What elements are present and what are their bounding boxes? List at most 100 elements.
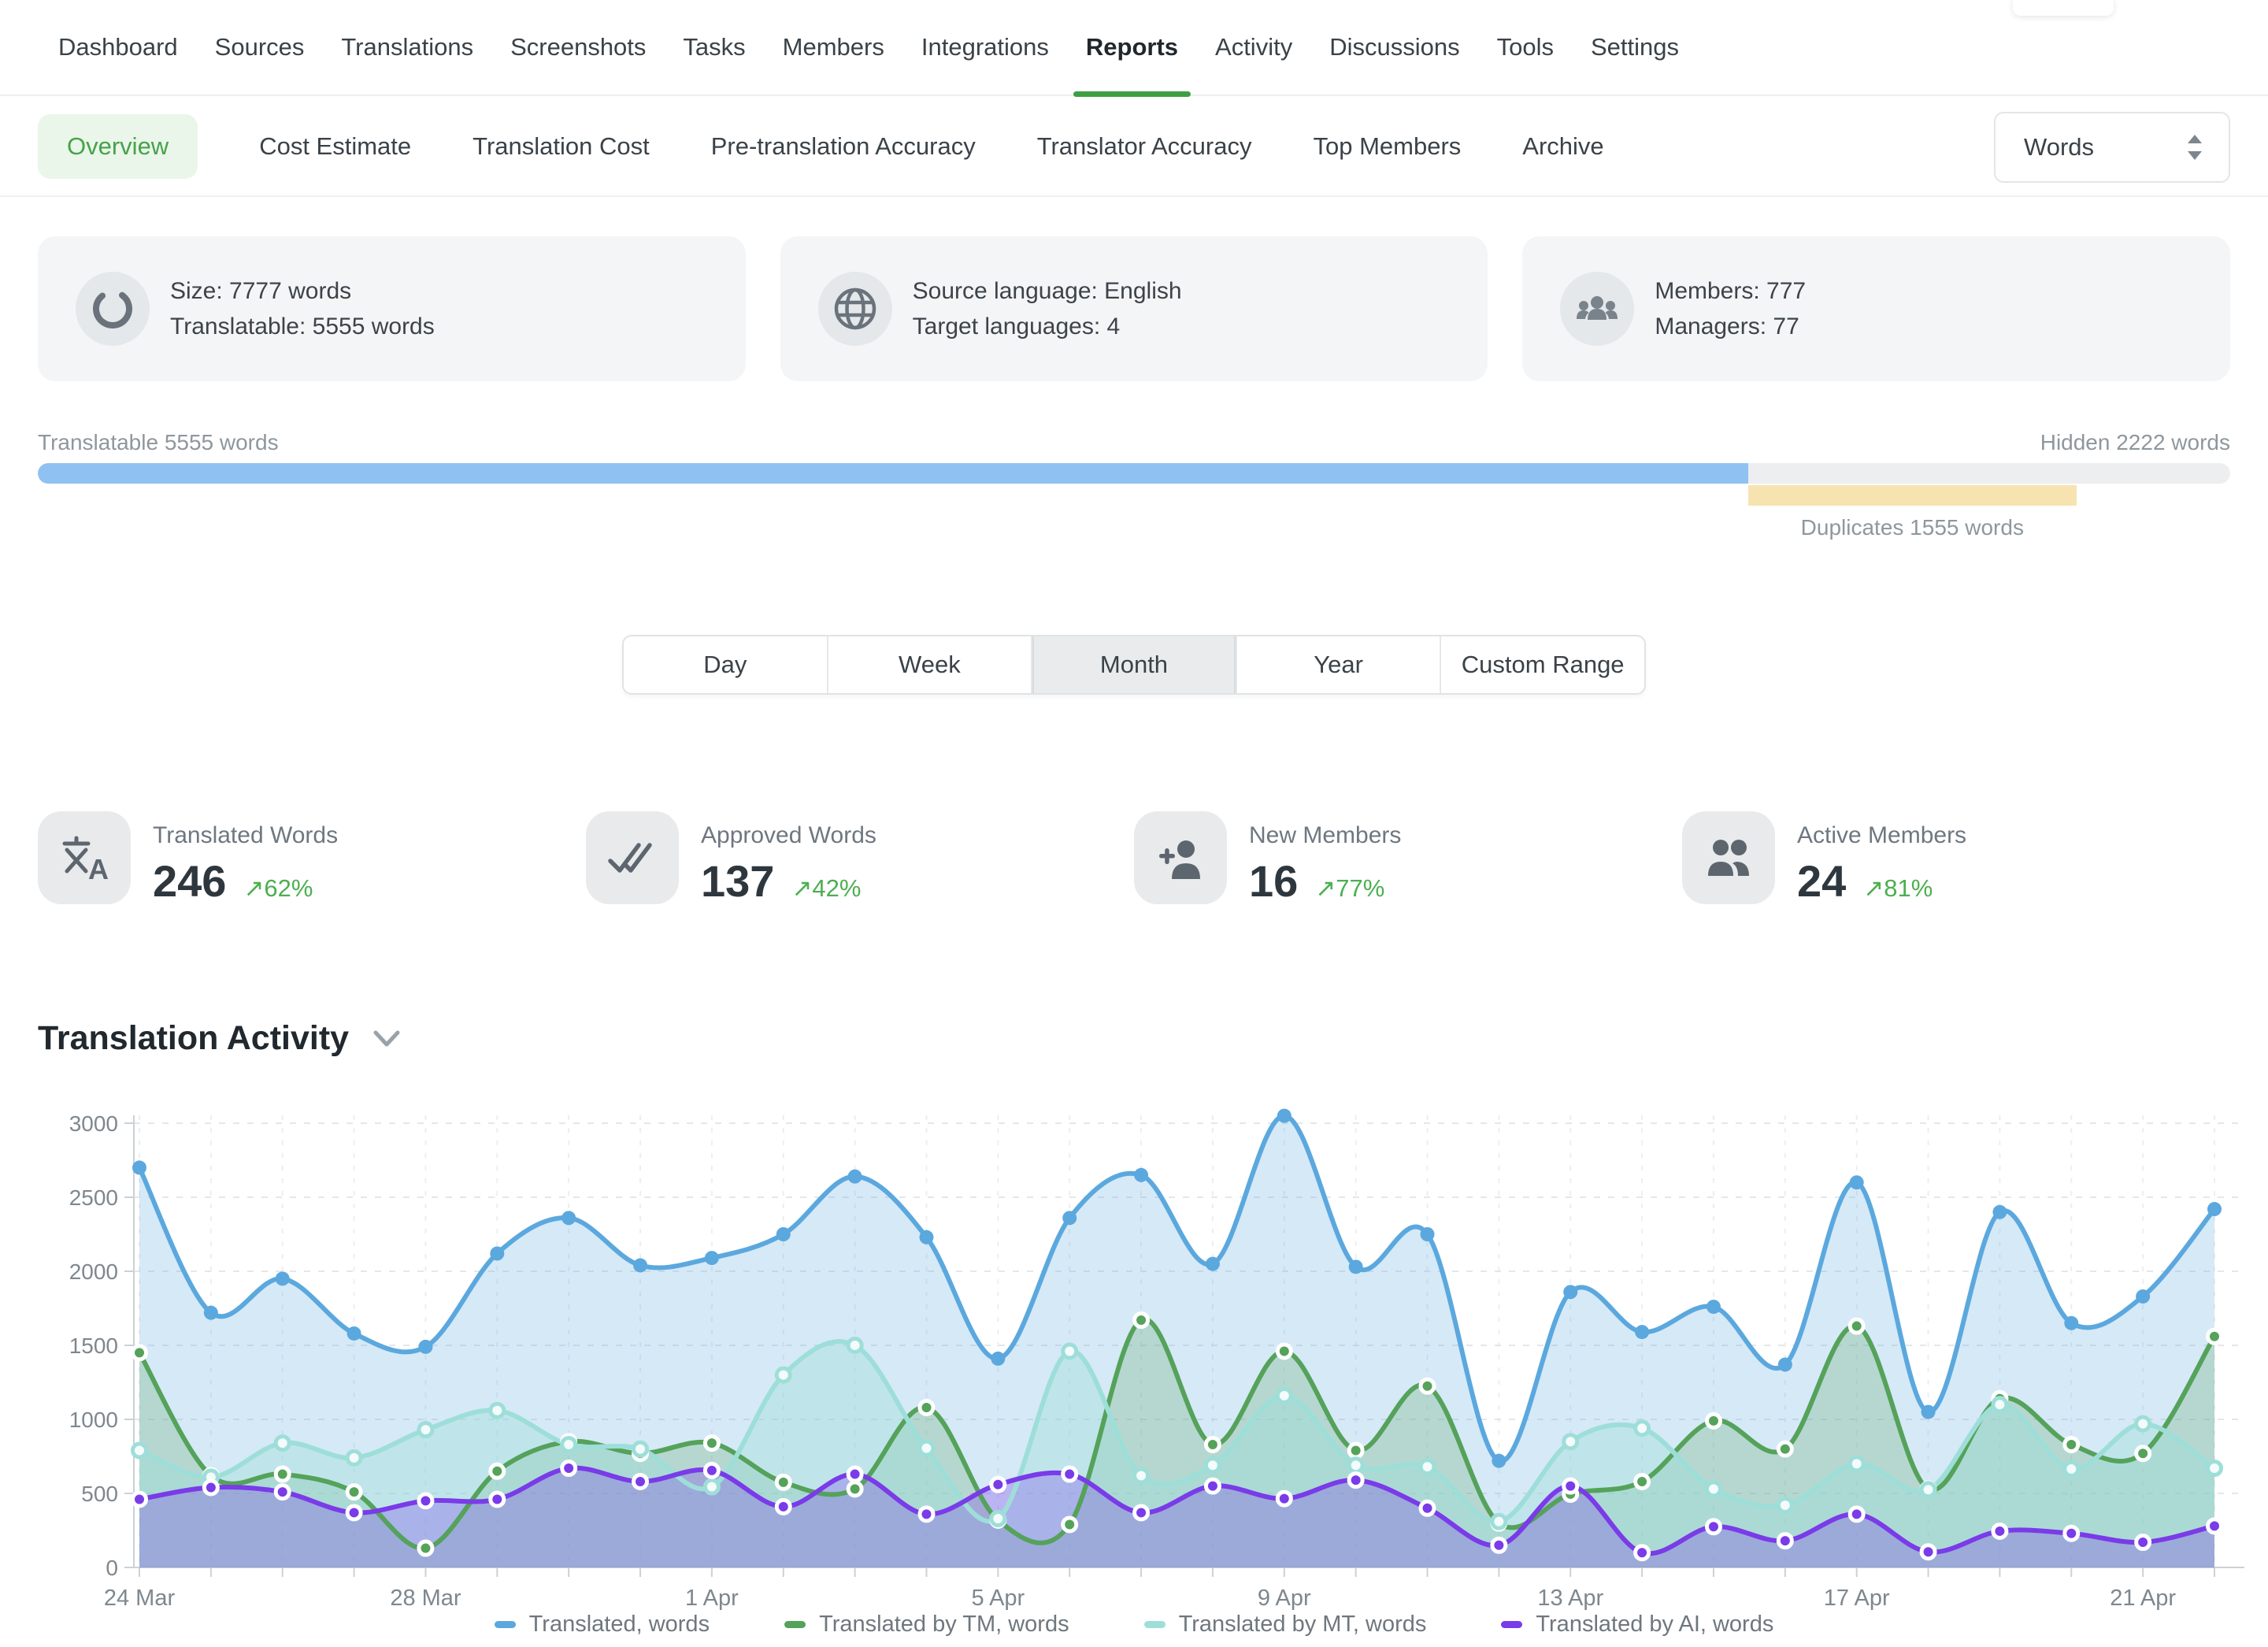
data-point[interactable] [133, 1493, 146, 1506]
data-point[interactable] [1850, 1175, 1864, 1189]
data-point[interactable] [1707, 1520, 1720, 1534]
data-point[interactable] [418, 1340, 432, 1354]
data-point[interactable] [1135, 1506, 1148, 1519]
nav-item-settings[interactable]: Settings [1591, 0, 1679, 95]
data-point[interactable] [848, 1339, 862, 1352]
data-point[interactable] [491, 1404, 504, 1417]
data-point[interactable] [1206, 1459, 1219, 1472]
data-point[interactable] [347, 1451, 361, 1464]
data-point[interactable] [2207, 1202, 2222, 1216]
data-point[interactable] [1992, 1205, 2007, 1219]
tab-archive[interactable]: Archive [1522, 132, 1603, 161]
data-point[interactable] [347, 1506, 361, 1519]
data-point[interactable] [920, 1508, 933, 1521]
data-point[interactable] [634, 1475, 647, 1488]
data-point[interactable] [1993, 1398, 2007, 1411]
data-point[interactable] [1778, 1357, 1792, 1371]
data-point[interactable] [347, 1326, 361, 1341]
data-point[interactable] [562, 1437, 576, 1451]
nav-item-dashboard[interactable]: Dashboard [58, 0, 178, 95]
data-point[interactable] [419, 1494, 432, 1508]
data-point[interactable] [561, 1211, 576, 1225]
unit-dropdown[interactable]: Words [1994, 112, 2230, 183]
data-point[interactable] [1850, 1319, 1863, 1333]
data-point[interactable] [1636, 1475, 1649, 1488]
data-point[interactable] [419, 1541, 432, 1555]
data-point[interactable] [1922, 1545, 1935, 1559]
data-point[interactable] [2136, 1417, 2150, 1430]
data-point[interactable] [705, 1480, 718, 1493]
data-point[interactable] [2208, 1330, 2222, 1343]
data-point[interactable] [1277, 1109, 1292, 1123]
data-point[interactable] [776, 1475, 790, 1489]
data-point[interactable] [491, 1493, 504, 1506]
chevron-down-icon[interactable] [372, 1029, 401, 1048]
data-point[interactable] [132, 1160, 146, 1174]
range-tab-week[interactable]: Week [828, 636, 1033, 693]
data-point[interactable] [1135, 1469, 1148, 1482]
data-point[interactable] [1635, 1325, 1649, 1339]
data-point[interactable] [204, 1481, 217, 1494]
nav-item-screenshots[interactable]: Screenshots [510, 0, 646, 95]
data-point[interactable] [1778, 1499, 1792, 1512]
tab-translator-accuracy[interactable]: Translator Accuracy [1037, 132, 1252, 161]
data-point[interactable] [1850, 1508, 1863, 1521]
data-point[interactable] [1707, 1300, 1721, 1314]
tab-top-members[interactable]: Top Members [1313, 132, 1461, 161]
data-point[interactable] [1778, 1442, 1792, 1456]
range-tab-day[interactable]: Day [624, 636, 828, 693]
data-point[interactable] [1636, 1422, 1649, 1435]
data-point[interactable] [1206, 1257, 1220, 1271]
data-point[interactable] [848, 1467, 862, 1481]
data-point[interactable] [1277, 1389, 1291, 1402]
data-point[interactable] [2208, 1462, 2222, 1475]
data-point[interactable] [1063, 1518, 1077, 1531]
data-point[interactable] [919, 1230, 933, 1245]
range-tab-month[interactable]: Month [1032, 636, 1237, 693]
range-tab-year[interactable]: Year [1237, 636, 1442, 693]
tab-pretranslation-accuracy[interactable]: Pre-translation Accuracy [711, 132, 976, 161]
data-point[interactable] [1206, 1479, 1219, 1493]
data-point[interactable] [1421, 1227, 1435, 1241]
data-point[interactable] [776, 1227, 791, 1241]
data-point[interactable] [1707, 1414, 1720, 1427]
legend-item-translated-by-tm[interactable]: Translated by TM, words [784, 1612, 1069, 1638]
nav-item-members[interactable]: Members [783, 0, 884, 95]
data-point[interactable] [490, 1246, 504, 1260]
data-point[interactable] [705, 1437, 718, 1450]
data-point[interactable] [1421, 1460, 1434, 1474]
data-point[interactable] [991, 1512, 1005, 1525]
nav-item-tools[interactable]: Tools [1497, 0, 1554, 95]
data-point[interactable] [1492, 1515, 1506, 1528]
data-point[interactable] [276, 1271, 290, 1285]
data-point[interactable] [1063, 1467, 1077, 1481]
tab-overview[interactable]: Overview [38, 114, 198, 179]
data-point[interactable] [2136, 1447, 2150, 1460]
data-point[interactable] [1349, 1474, 1362, 1487]
data-point[interactable] [705, 1251, 719, 1265]
data-point[interactable] [991, 1352, 1005, 1366]
data-point[interactable] [848, 1482, 862, 1496]
data-point[interactable] [1492, 1454, 1506, 1468]
data-point[interactable] [634, 1442, 647, 1456]
data-point[interactable] [1421, 1379, 1434, 1393]
data-point[interactable] [633, 1258, 647, 1272]
data-point[interactable] [1062, 1211, 1077, 1225]
data-point[interactable] [419, 1423, 432, 1437]
data-point[interactable] [204, 1306, 218, 1320]
data-point[interactable] [2136, 1289, 2150, 1304]
data-point[interactable] [2136, 1536, 2150, 1549]
data-point[interactable] [1707, 1482, 1720, 1496]
nav-item-tasks[interactable]: Tasks [683, 0, 745, 95]
data-point[interactable] [276, 1467, 289, 1481]
nav-item-activity[interactable]: Activity [1215, 0, 1292, 95]
data-point[interactable] [2065, 1437, 2078, 1451]
legend-item-translated[interactable]: Translated, words [495, 1612, 710, 1638]
data-point[interactable] [1277, 1345, 1291, 1358]
data-point[interactable] [1636, 1546, 1649, 1560]
data-point[interactable] [1564, 1479, 1577, 1493]
legend-item-translated-by-mt[interactable]: Translated by MT, words [1144, 1612, 1427, 1638]
nav-item-reports[interactable]: Reports [1086, 0, 1178, 95]
data-point[interactable] [1850, 1457, 1863, 1471]
nav-item-translations[interactable]: Translations [341, 0, 473, 95]
